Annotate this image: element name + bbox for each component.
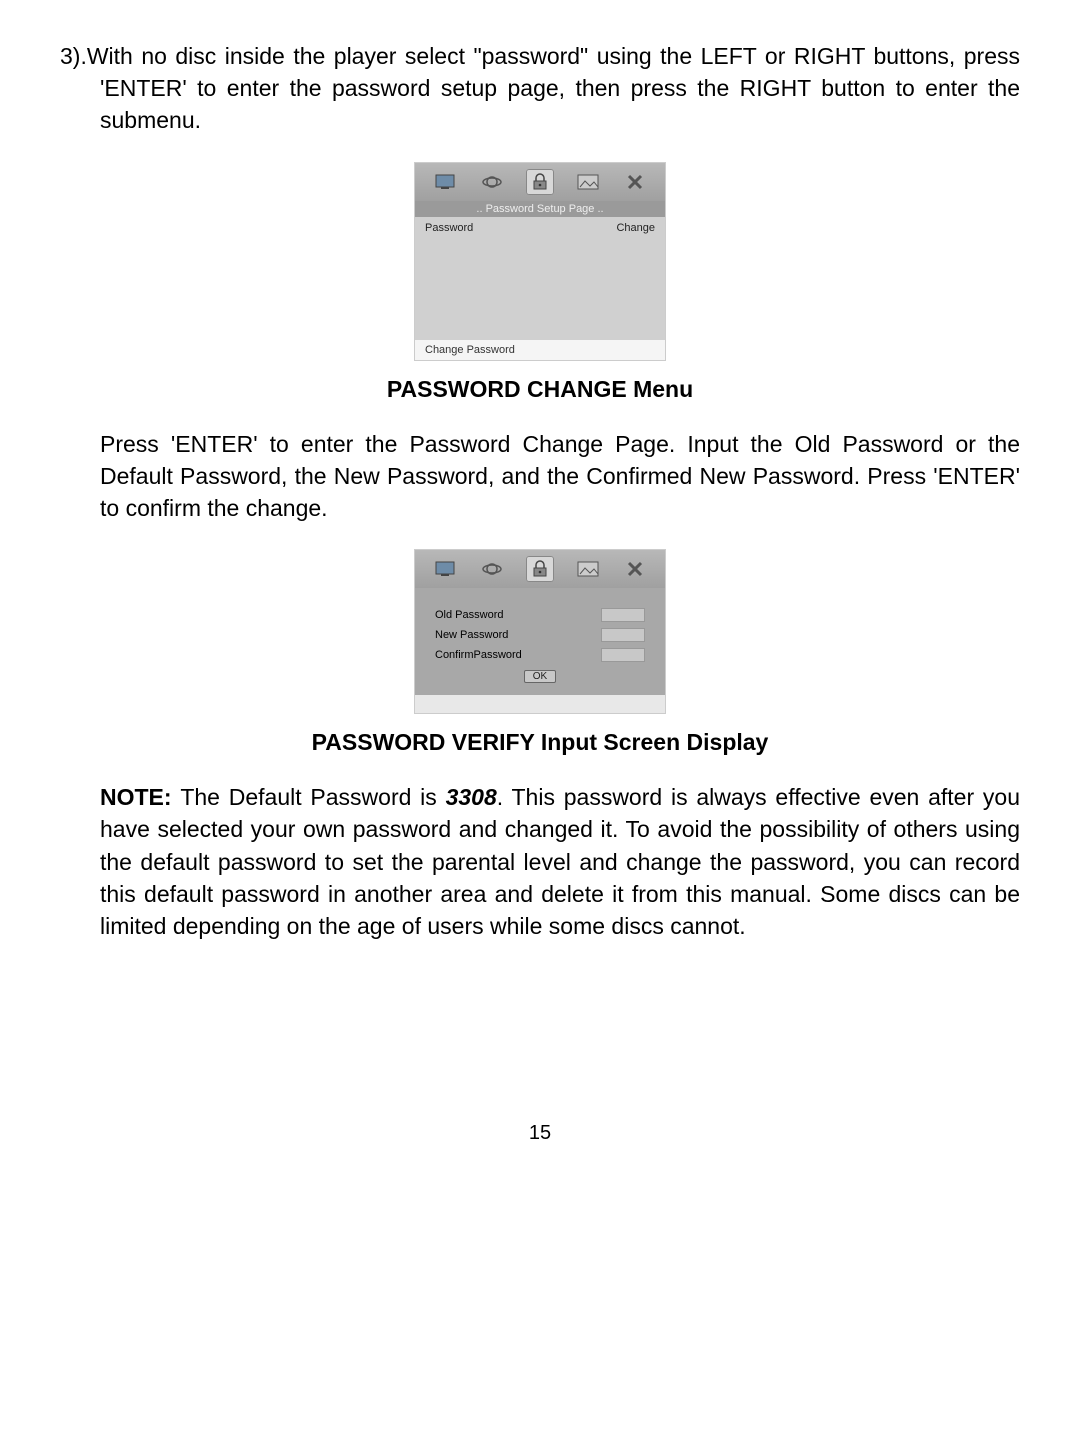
new-password-field <box>601 628 645 642</box>
old-password-label: Old Password <box>435 609 601 621</box>
lock-icon <box>526 556 554 582</box>
default-password: 3308 <box>446 784 497 810</box>
osd-form: Old Password New Password ConfirmPasswor… <box>415 588 665 695</box>
password-verify-figure: Old Password New Password ConfirmPasswor… <box>60 549 1020 714</box>
old-password-row: Old Password <box>435 608 645 622</box>
old-password-field <box>601 608 645 622</box>
osd-iconbar <box>415 163 665 201</box>
osd-footer-2 <box>415 695 665 713</box>
display-icon <box>431 169 459 195</box>
globe-ring-icon <box>478 169 506 195</box>
close-x-icon <box>621 556 649 582</box>
image-icon <box>574 556 602 582</box>
password-change-paragraph: Press 'ENTER' to enter the Password Chan… <box>60 428 1020 525</box>
confirm-password-row: ConfirmPassword <box>435 648 645 662</box>
image-icon <box>574 169 602 195</box>
osd-row-value: Change <box>616 222 655 234</box>
close-x-icon <box>621 169 649 195</box>
osd-password-row: Password Change <box>425 221 655 235</box>
osd-footer: Change Password <box>415 340 665 360</box>
osd-title: .. Password Setup Page .. <box>415 201 665 217</box>
confirm-password-label: ConfirmPassword <box>435 649 601 661</box>
caption-password-change: PASSWORD CHANGE Menu <box>60 376 1020 403</box>
confirm-password-field <box>601 648 645 662</box>
new-password-label: New Password <box>435 629 601 641</box>
globe-ring-icon <box>478 556 506 582</box>
page-number: 15 <box>60 1122 1020 1145</box>
step-3-instruction: 3).With no disc inside the player select… <box>60 40 1020 137</box>
step-3-text: 3).With no disc inside the player select… <box>60 40 1020 137</box>
display-icon <box>431 556 459 582</box>
note-paragraph: NOTE: The Default Password is 3308. This… <box>60 781 1020 942</box>
note-pre: The Default Password is <box>180 784 445 810</box>
osd-row-label: Password <box>425 222 473 234</box>
ok-button: OK <box>524 670 556 683</box>
note-label: NOTE: <box>100 784 180 810</box>
password-change-menu-figure: .. Password Setup Page .. Password Chang… <box>60 162 1020 361</box>
osd-screen-1: .. Password Setup Page .. Password Chang… <box>414 162 666 361</box>
osd-iconbar-2 <box>415 550 665 588</box>
lock-icon <box>526 169 554 195</box>
osd-screen-2: Old Password New Password ConfirmPasswor… <box>414 549 666 714</box>
new-password-row: New Password <box>435 628 645 642</box>
caption-password-verify: PASSWORD VERIFY Input Screen Display <box>60 729 1020 756</box>
osd-body: Password Change <box>415 217 665 340</box>
